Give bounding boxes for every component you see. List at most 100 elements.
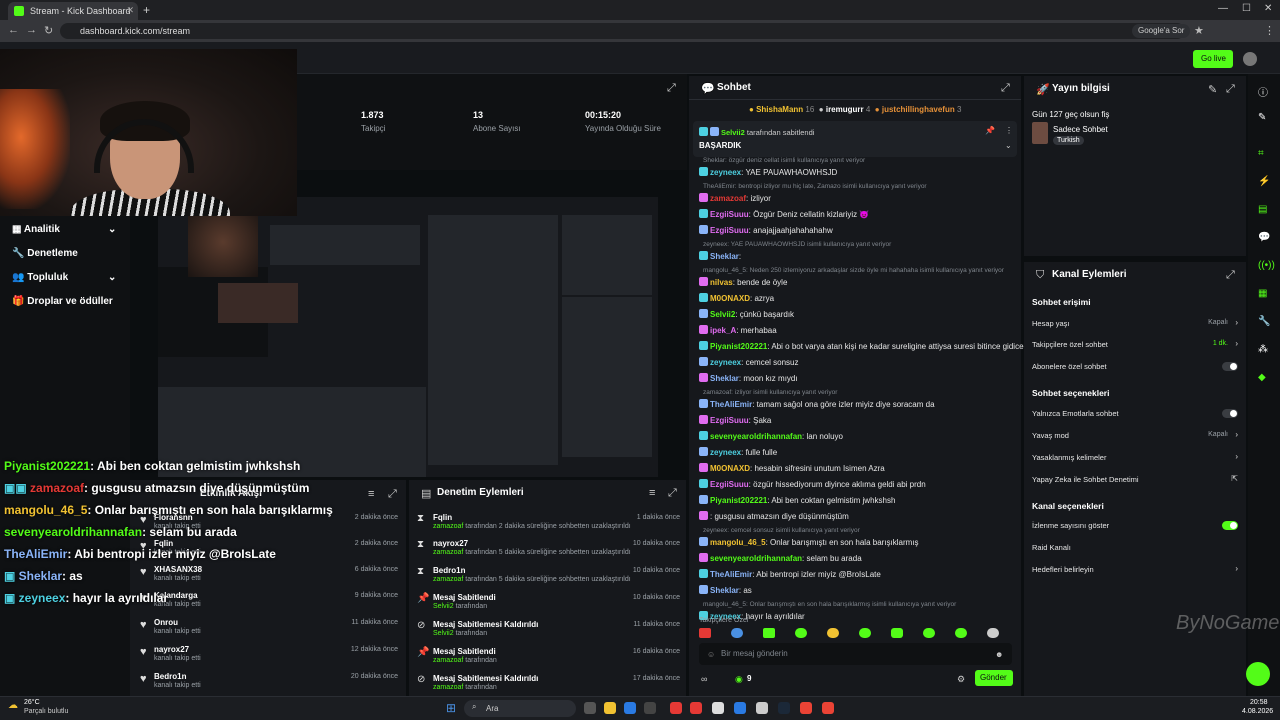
windows-start-icon[interactable]: ⊞ [446,701,456,715]
sidebar-item-denetleme[interactable]: 🔧 Denetleme [12,248,78,259]
setting-row[interactable]: Takipçilere özel sohbet 1 dk. › [1032,339,1238,349]
info-icon[interactable]: ⓘ [1258,84,1268,99]
emote-icon[interactable] [699,628,711,638]
google-sor-button[interactable]: Google'a Sor [1132,24,1191,38]
shield-icon: ⛉ [1036,269,1045,281]
sidebar-item-droplar[interactable]: 🎁 Droplar ve ödüller [12,296,113,307]
menu-icon[interactable]: ⋮ [1264,24,1275,37]
layout-icon[interactable]: ▦ [1258,288,1267,299]
explorer-icon[interactable] [604,702,616,714]
diamond-icon[interactable]: ◆ [1258,372,1266,383]
emote-icon[interactable] [891,628,903,638]
panel-title: Kanal Eylemleri [1052,269,1127,280]
bolt-icon[interactable]: ⚡ [1258,176,1270,187]
toggle-switch[interactable] [1222,362,1238,371]
app-icon[interactable] [670,702,682,714]
expand-icon[interactable]: ⤢ [1226,83,1235,96]
chat-text: : Şaka [748,416,772,425]
chat-icon[interactable]: 💬 [1258,232,1270,243]
maximize-icon[interactable]: ☐ [1242,3,1251,14]
emote-icon[interactable] [859,628,871,638]
expand-icon[interactable]: ⤢ [1001,82,1010,95]
gear-icon[interactable]: ⚙ [957,674,965,685]
emote-icon[interactable] [795,628,807,638]
heart-icon: ♥ [140,619,147,631]
chat-header: 💬 Sohbet ⤢ [689,76,1021,100]
emote-picker-icon[interactable]: ☻ [995,650,1003,659]
broadcast-icon[interactable]: ((•)) [1258,260,1275,271]
setting-row[interactable]: Raid Kanalı [1032,543,1238,552]
support-chat-button[interactable] [1246,662,1270,686]
reload-icon[interactable]: ↻ [44,24,53,37]
window-close-icon[interactable]: ✕ [1264,3,1272,14]
users-icon[interactable]: ⁂ [1258,344,1268,355]
expand-icon[interactable]: ⤢ [1226,269,1235,282]
edge-icon[interactable] [624,702,636,714]
setting-row[interactable]: Hesap yaşı Kapalı › [1032,318,1238,328]
sidebar-item-topluluk[interactable]: 👥 Topluluk ⌄ [12,272,116,283]
chrome-icon[interactable] [800,702,812,714]
toggle-switch[interactable] [1222,521,1238,530]
obs-icon[interactable] [712,702,724,714]
setting-row[interactable]: Yasaklanmış kelimeler › [1032,452,1238,462]
app-icon[interactable] [734,702,746,714]
heart-icon: ♥ [140,566,147,578]
emote-icon[interactable] [763,628,775,638]
steam-icon[interactable] [778,702,790,714]
emote-icon[interactable] [827,628,839,638]
taskbar-search[interactable]: Ara [464,700,576,717]
toggle-switch[interactable] [1222,409,1238,418]
overlay-line: sevenyearoldrihannafan: selam bu arada [4,525,237,539]
send-button[interactable]: Gönder [975,670,1013,686]
edit-icon[interactable]: ✎ [1208,83,1217,96]
setting-row[interactable]: Yavaş mod Kapalı › [1032,430,1238,440]
chrome-icon[interactable] [822,702,834,714]
app-icon[interactable] [756,702,768,714]
star-icon[interactable]: ★ [1194,24,1204,37]
emote-icon[interactable] [955,628,967,638]
forward-icon[interactable]: → [26,24,37,36]
go-live-button[interactable]: Go live [1193,50,1233,68]
new-tab-icon[interactable]: + [143,3,150,17]
badge-icon [699,309,708,318]
taskbar: ☁ 26°C Parçalı bulutlu ⊞ Ara ⌕ 20:58 4.0… [0,696,1280,720]
chat-text: : lan noluyo [802,432,843,441]
setting-row[interactable]: Yapay Zeka ile Sohbet Denetimi ⇱ [1032,474,1238,484]
edit-icon[interactable]: ✎ [1258,112,1266,123]
wrench-icon[interactable]: 🔧 [1258,316,1270,327]
store-icon[interactable] [644,702,656,714]
chat-message: EzgiiSuuu: özgür hissediyorum diyince ak… [699,479,926,489]
chat-text: : selam bu arada [802,554,862,563]
chat-message: Sheklar: as [699,585,752,595]
chat-username: zeyneex [710,168,742,177]
chat-username: nilvas [710,278,733,287]
overlay-line: Piyanist202221: Abi ben coktan gelmistim… [4,459,301,473]
taskview-icon[interactable] [584,702,596,714]
back-icon[interactable]: ← [8,24,19,36]
app-icon[interactable] [690,702,702,714]
minimize-icon[interactable]: — [1218,3,1228,14]
chat-input[interactable]: Bir mesaj gönderin [699,643,1012,665]
filter-icon[interactable]: ≡ [649,487,655,499]
emote-icon[interactable] [923,628,935,638]
smile-icon[interactable]: ☺ [707,650,715,659]
doc-icon[interactable]: ▤ [1258,204,1267,215]
close-icon[interactable]: ✕ [126,5,134,16]
chevron-right-icon: › [1235,339,1238,348]
avatar[interactable] [1243,52,1257,66]
url-input[interactable]: dashboard.kick.com/stream [60,23,1185,39]
expand-icon[interactable]: ⤢ [668,487,677,500]
expand-icon[interactable]: ⤢ [388,488,397,501]
infinity-icon[interactable]: ∞ [701,674,707,684]
watermark: ByNoGame [1176,612,1280,634]
pinned-message[interactable]: Selvii2 tarafından sabitlendi BAŞARDIK 📌… [693,121,1017,157]
crop-icon[interactable]: ⌗ [1258,148,1264,159]
filter-icon[interactable]: ≡ [368,488,374,500]
emote-icon[interactable] [731,628,743,638]
emote-icon[interactable] [987,628,999,638]
setting-row[interactable]: Hedefleri belirleyin › [1032,564,1238,574]
chat-username: EzgiiSuuu [710,416,749,425]
sidebar-item-analitik[interactable]: ▦ Analitik ⌄ [12,224,116,235]
expand-icon[interactable]: ⤢ [667,82,676,95]
browser-tab[interactable]: Stream - Kick Dashboard ✕ [8,2,138,20]
